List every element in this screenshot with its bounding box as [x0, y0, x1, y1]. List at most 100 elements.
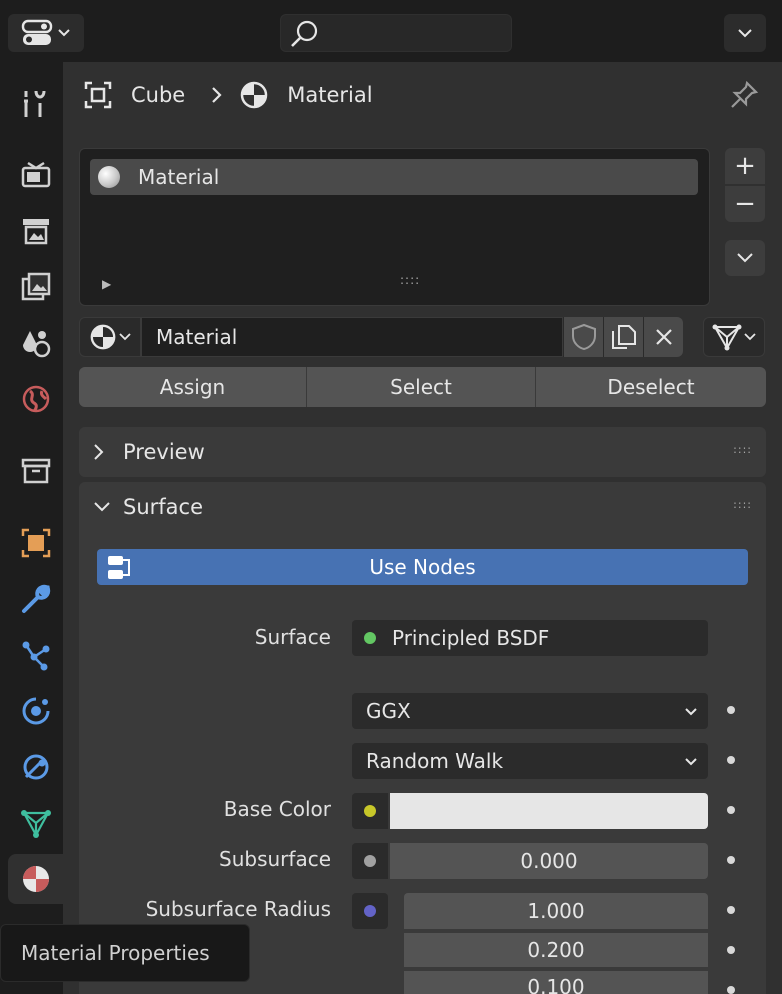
search-input[interactable]: [280, 14, 512, 52]
browse-material-button[interactable]: [79, 317, 141, 357]
chevron-down-icon: [685, 758, 697, 766]
material-name-field[interactable]: Material: [141, 317, 563, 357]
breadcrumb-object: Cube: [131, 83, 186, 107]
use-nodes-label: Use Nodes: [369, 555, 476, 579]
remove-slot-button[interactable]: −: [725, 186, 765, 222]
keyframe-dot-icon[interactable]: [727, 906, 735, 914]
scene-icon: [22, 331, 50, 358]
tooltip: Material Properties: [0, 924, 250, 982]
object-icon: [84, 81, 112, 109]
list-item[interactable]: Material: [90, 159, 698, 195]
tab-object[interactable]: [8, 518, 63, 568]
subsurface-method-dropdown[interactable]: Random Walk: [352, 743, 708, 779]
vector-socket-icon: [364, 905, 376, 917]
tab-collection[interactable]: [8, 446, 63, 496]
assign-button[interactable]: Assign: [79, 367, 307, 407]
surface-shader-selector[interactable]: Principled BSDF: [352, 620, 708, 656]
object-icon: [21, 528, 50, 558]
shield-icon: [571, 323, 596, 351]
mesh-data-icon: [20, 810, 51, 838]
tab-render[interactable]: [8, 150, 63, 200]
keyframe-dot-icon[interactable]: [727, 856, 735, 864]
tab-constraints[interactable]: [8, 742, 63, 792]
view-layer-icon: [21, 272, 50, 301]
chevron-down-icon: [119, 333, 131, 341]
tab-particles[interactable]: [8, 630, 63, 680]
keyframe-dot-icon[interactable]: [727, 756, 735, 764]
tab-view-layer[interactable]: [8, 262, 63, 312]
tab-output[interactable]: [8, 206, 63, 256]
tab-tool[interactable]: [8, 78, 63, 128]
constraints-icon: [23, 754, 48, 780]
tab-object-data[interactable]: [8, 798, 63, 848]
keyframe-dot-icon[interactable]: [727, 946, 735, 954]
deselect-button[interactable]: Deselect: [536, 367, 766, 407]
select-button[interactable]: Select: [307, 367, 536, 407]
wrench-icon: [21, 584, 50, 613]
distribution-value: GGX: [366, 699, 411, 723]
unlink-material-button[interactable]: [643, 317, 683, 357]
output-icon: [22, 219, 49, 245]
assign-button-group: Assign Select Deselect: [79, 367, 766, 407]
material-icon: [240, 81, 268, 109]
surface-label: Surface: [254, 625, 331, 649]
resize-grip-icon[interactable]: ::::: [400, 273, 420, 287]
material-slot-list[interactable]: Material ▶ ::::: [79, 148, 710, 306]
options-dropdown[interactable]: [724, 14, 766, 52]
keyframe-dot-icon[interactable]: [727, 986, 735, 994]
chevron-down-icon: [93, 501, 123, 513]
surface-panel-header[interactable]: Surface: [79, 482, 766, 532]
preview-panel-header[interactable]: Preview: [79, 427, 766, 477]
drag-grip-icon[interactable]: ::::: [733, 443, 752, 456]
tool-icon: [23, 90, 45, 117]
subsurface-radius-x-field[interactable]: 1.000: [404, 893, 708, 929]
properties-tab-strip: [8, 62, 63, 994]
distribution-dropdown[interactable]: GGX: [352, 693, 708, 729]
fake-user-button[interactable]: [563, 317, 603, 357]
tab-material[interactable]: [8, 854, 63, 904]
use-nodes-button[interactable]: Use Nodes: [97, 549, 748, 585]
subsurface-radius-y-field[interactable]: 0.200: [404, 931, 708, 967]
tab-world[interactable]: [8, 374, 63, 424]
base-color-label: Base Color: [223, 797, 331, 821]
surface-panel-title: Surface: [123, 495, 204, 519]
slot-specials-button[interactable]: [725, 240, 765, 276]
keyframe-dot-icon[interactable]: [727, 706, 735, 714]
float-socket-icon: [364, 855, 376, 867]
duplicate-material-button[interactable]: [603, 317, 643, 357]
subsurface-radius-z-field[interactable]: 0.100: [404, 969, 708, 994]
subsurface-radius-socket-button[interactable]: [352, 893, 388, 929]
mesh-data-icon: [712, 324, 742, 351]
pin-icon[interactable]: [729, 80, 759, 110]
particles-icon: [22, 641, 49, 671]
subsurface-method-value: Random Walk: [366, 749, 504, 773]
tab-scene[interactable]: [8, 318, 63, 368]
world-icon: [22, 385, 49, 413]
surface-shader-value: Principled BSDF: [392, 626, 550, 650]
expand-filter-icon[interactable]: ▶: [102, 277, 111, 291]
base-color-socket-button[interactable]: [352, 793, 388, 829]
shader-socket-icon: [364, 632, 376, 644]
keyframe-dot-icon[interactable]: [727, 806, 735, 814]
subsurface-socket-button[interactable]: [352, 843, 388, 879]
color-socket-icon: [364, 805, 376, 817]
chevron-down-icon: [738, 29, 752, 38]
material-datablock: Material: [79, 317, 683, 357]
minus-icon: −: [734, 189, 756, 219]
slot-name: Material: [138, 165, 220, 189]
search-icon: [291, 20, 318, 47]
chevron-down-icon: [737, 253, 753, 263]
drag-grip-icon[interactable]: ::::: [733, 498, 752, 511]
subsurface-value-field[interactable]: 0.000: [390, 843, 708, 879]
editor-type-icon: [21, 19, 53, 45]
collection-icon: [21, 458, 50, 484]
add-slot-button[interactable]: +: [725, 148, 765, 184]
base-color-swatch[interactable]: [390, 793, 708, 829]
tab-physics[interactable]: [8, 686, 63, 736]
chevron-right-icon: [212, 87, 222, 103]
breadcrumb: Cube Material: [83, 78, 373, 112]
editor-type-button[interactable]: [8, 14, 84, 52]
tab-modifiers[interactable]: [8, 574, 63, 624]
duplicate-icon: [611, 325, 636, 349]
link-dropdown[interactable]: [703, 317, 765, 357]
